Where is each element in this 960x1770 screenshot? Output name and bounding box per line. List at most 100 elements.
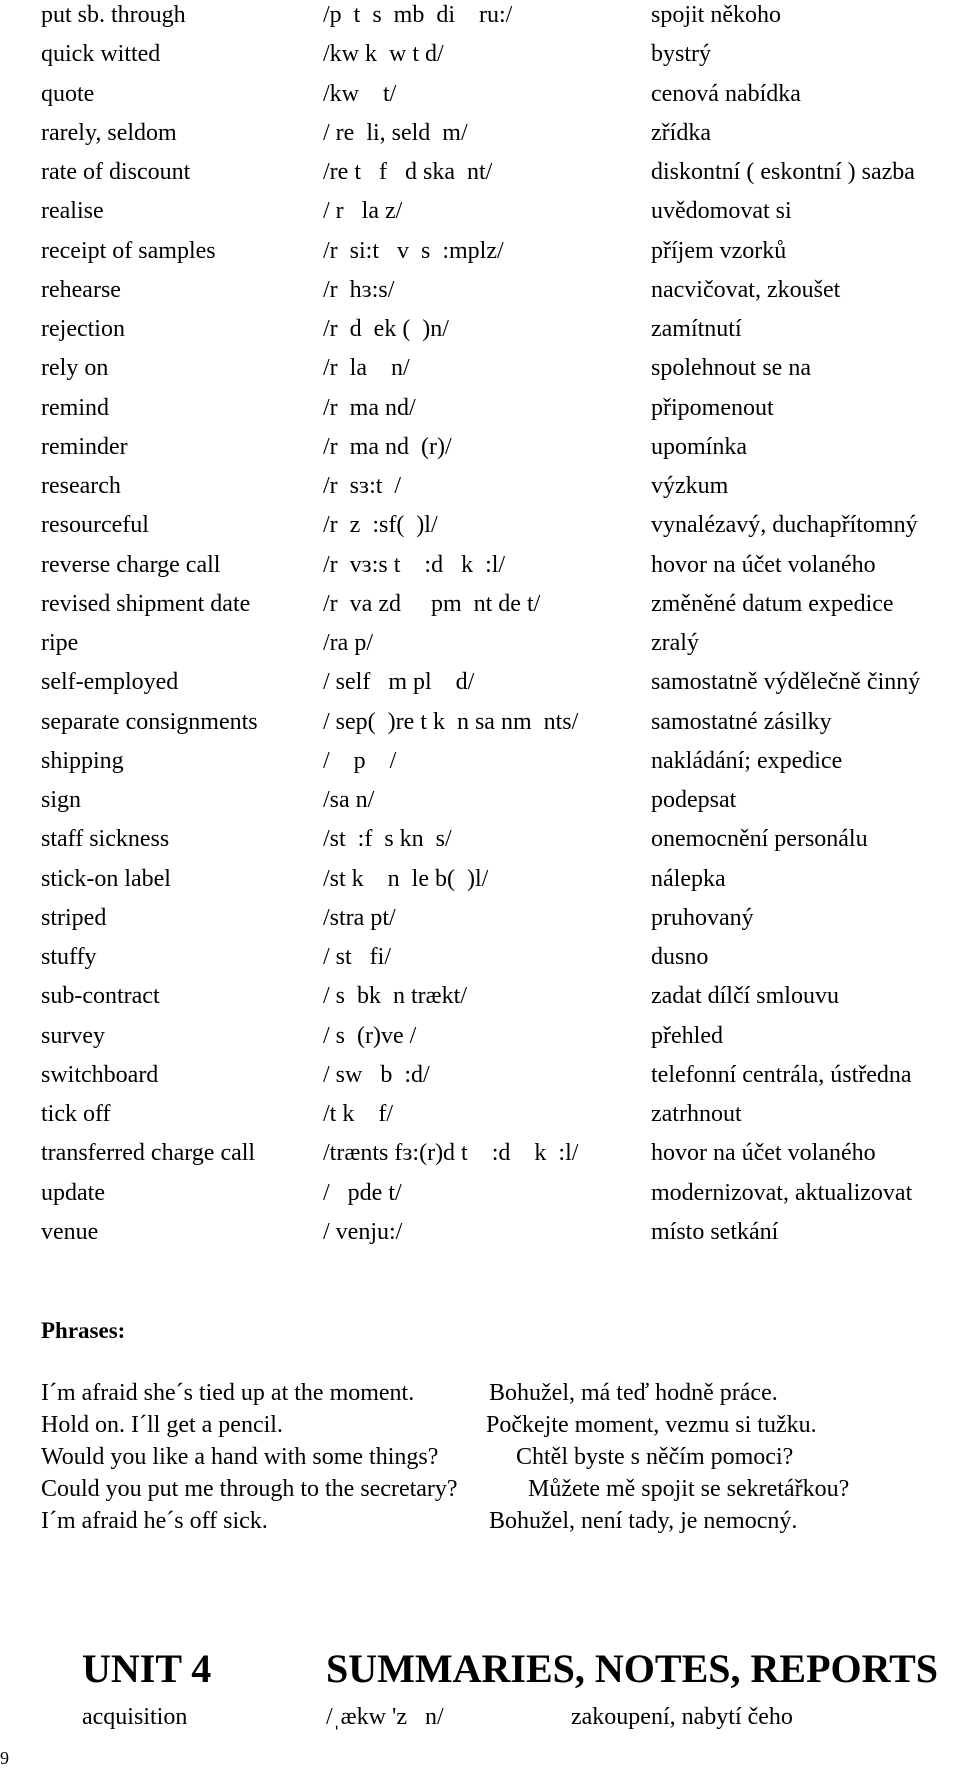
vocab-pronunciation: /r sɜ:t / — [323, 473, 402, 499]
vocab-pronunciation: /r d ek ( )n/ — [323, 316, 449, 342]
vocab-term: rarely, seldom — [41, 119, 177, 146]
vocab-translation: uvědomovat si — [651, 198, 792, 225]
vocab-term: rehearse — [41, 276, 121, 303]
vocab-translation: místo setkání — [651, 1218, 779, 1245]
phrase-czech: Bohužel, má teď hodně práce. — [489, 1380, 778, 1406]
vocab-pronunciation: / sep( )re t k n sa nm nts/ — [323, 708, 579, 735]
vocab-term: self-employed — [41, 669, 179, 696]
page-number: 9 — [0, 1748, 9, 1768]
vocab-term: resourceful — [41, 512, 149, 539]
vocab-translation: přehled — [651, 1022, 723, 1049]
vocab-pronunciation: /st k n le b( )l/ — [323, 865, 489, 892]
vocab-pronunciation: /r vɜ:s t :d k :l/ — [323, 551, 506, 578]
vocab-term: research — [41, 473, 121, 499]
vocab-pronunciation: / pde t/ — [323, 1179, 402, 1206]
vocab-term: ripe — [41, 630, 79, 656]
phrase-english: Would you like a hand with some things? — [41, 1444, 439, 1470]
vocab-pronunciation: / s bk n trækt/ — [323, 983, 468, 1010]
unit-title: SUMMARIES, NOTES, REPORTS — [326, 1646, 939, 1691]
vocab-term: reminder — [41, 433, 128, 460]
vocab-translation: cenová nabídka — [651, 80, 801, 107]
vocab-term: remind — [41, 394, 109, 421]
vocab-pronunciation: /stra pt/ — [323, 904, 396, 931]
vocab-translation: zřídka — [651, 119, 711, 146]
vocab-translation: modernizovat, aktualizovat — [651, 1179, 913, 1206]
vocab-pronunciation: /kw t/ — [323, 80, 397, 107]
vocab-translation: změněné datum expedice — [651, 590, 894, 617]
vocab-term: rejection — [41, 316, 125, 342]
vocab-term: transferred charge call — [41, 1140, 256, 1167]
vocab-translation: nakládání; expedice — [651, 747, 843, 774]
vocab-translation: zamítnutí — [651, 316, 742, 342]
vocab-translation: telefonní centrála, ústředna — [651, 1061, 912, 1088]
unit-entry-pronunciation: /ˌækw 'z n/ — [326, 1704, 444, 1730]
vocab-translation: zralý — [651, 630, 699, 656]
vocab-term: rely on — [41, 355, 109, 382]
vocab-pronunciation: /r ma nd (r)/ — [323, 433, 452, 460]
vocab-term: venue — [41, 1218, 99, 1245]
vocab-pronunciation: / st fi/ — [323, 944, 392, 970]
vocab-translation: diskontní ( eskontní ) sazba — [651, 159, 915, 185]
phrase-english: I´m afraid he´s off sick. — [41, 1508, 268, 1534]
vocab-translation: zatrhnout — [651, 1101, 742, 1127]
phrase-english: I´m afraid she´s tied up at the moment. — [41, 1380, 415, 1406]
vocab-translation: spojit někoho — [651, 2, 781, 28]
unit-number: UNIT 4 — [82, 1646, 212, 1691]
vocab-pronunciation: / s (r)ve / — [323, 1022, 417, 1049]
phrases-heading: Phrases: — [41, 1318, 126, 1343]
vocab-translation: upomínka — [651, 433, 747, 460]
vocab-translation: nálepka — [651, 865, 726, 892]
vocab-term: shipping — [41, 747, 124, 774]
vocab-translation: samostatné zásilky — [651, 708, 832, 735]
vocab-pronunciation: /p t s mb di ru:/ — [323, 2, 513, 28]
vocab-term: update — [41, 1179, 105, 1206]
vocab-translation: podepsat — [651, 787, 737, 813]
vocab-term: sign — [41, 787, 82, 813]
vocab-term: quick witted — [41, 41, 161, 68]
phrase-czech: Počkejte moment, vezmu si tužku. — [486, 1412, 817, 1438]
phrase-czech: Můžete mě spojit se sekretářkou? — [528, 1476, 850, 1502]
vocab-term: striped — [41, 904, 107, 931]
vocab-translation: vynalézavý, duchapřítomný — [651, 512, 918, 539]
vocab-pronunciation: / sw b :d/ — [323, 1061, 430, 1088]
vocab-term: receipt of samples — [41, 237, 216, 264]
vocab-pronunciation: /t k f/ — [323, 1101, 393, 1127]
unit-entry-translation: zakoupení, nabytí čeho — [571, 1704, 793, 1730]
vocab-term: realise — [41, 198, 104, 225]
phrase-english: Could you put me through to the secretar… — [41, 1476, 458, 1502]
vocab-pronunciation: / r la z/ — [323, 198, 403, 225]
vocab-pronunciation: /sa n/ — [323, 787, 375, 813]
vocab-translation: výzkum — [651, 473, 729, 499]
vocab-term: stuffy — [41, 944, 97, 970]
vocab-translation: bystrý — [651, 41, 711, 68]
vocab-pronunciation: /ra p/ — [323, 630, 373, 656]
vocab-pronunciation: / re li, seld m/ — [323, 119, 468, 146]
vocab-pronunciation: /r ma nd/ — [323, 394, 416, 421]
vocab-pronunciation: /re t f d ska nt/ — [323, 159, 493, 185]
vocab-pronunciation: /r la n/ — [323, 355, 410, 382]
vocab-term: sub-contract — [41, 983, 160, 1010]
vocab-term: rate of discount — [41, 159, 191, 185]
vocab-pronunciation: /r hɜ:s/ — [323, 276, 395, 303]
vocab-translation: připomenout — [651, 394, 774, 421]
vocab-term: survey — [41, 1022, 105, 1049]
vocab-pronunciation: /r si:t v s :mplz/ — [323, 237, 504, 264]
vocab-translation: příjem vzorků — [651, 237, 787, 264]
vocab-translation: dusno — [651, 944, 709, 970]
vocab-term: put sb. through — [41, 2, 186, 28]
vocab-pronunciation: / p / — [323, 747, 397, 774]
vocab-term: quote — [41, 80, 95, 107]
phrase-czech: Bohužel, není tady, je nemocný. — [489, 1508, 798, 1534]
vocab-translation: onemocnění personálu — [651, 826, 868, 853]
vocab-translation: nacvičovat, zkoušet — [651, 276, 841, 303]
vocab-translation: zadat dílčí smlouvu — [651, 983, 839, 1010]
vocab-translation: spolehnout se na — [651, 355, 811, 382]
vocab-term: reverse charge call — [41, 551, 221, 578]
vocab-pronunciation: /r va zd pm nt de t/ — [323, 590, 541, 617]
phrase-czech: Chtěl byste s něčím pomoci? — [516, 1444, 794, 1470]
vocab-term: switchboard — [41, 1061, 159, 1088]
vocab-translation: pruhovaný — [651, 904, 754, 931]
phrase-english: Hold on. I´ll get a pencil. — [41, 1412, 283, 1438]
vocab-term: separate consignments — [41, 708, 258, 735]
vocab-term: tick off — [41, 1101, 111, 1127]
